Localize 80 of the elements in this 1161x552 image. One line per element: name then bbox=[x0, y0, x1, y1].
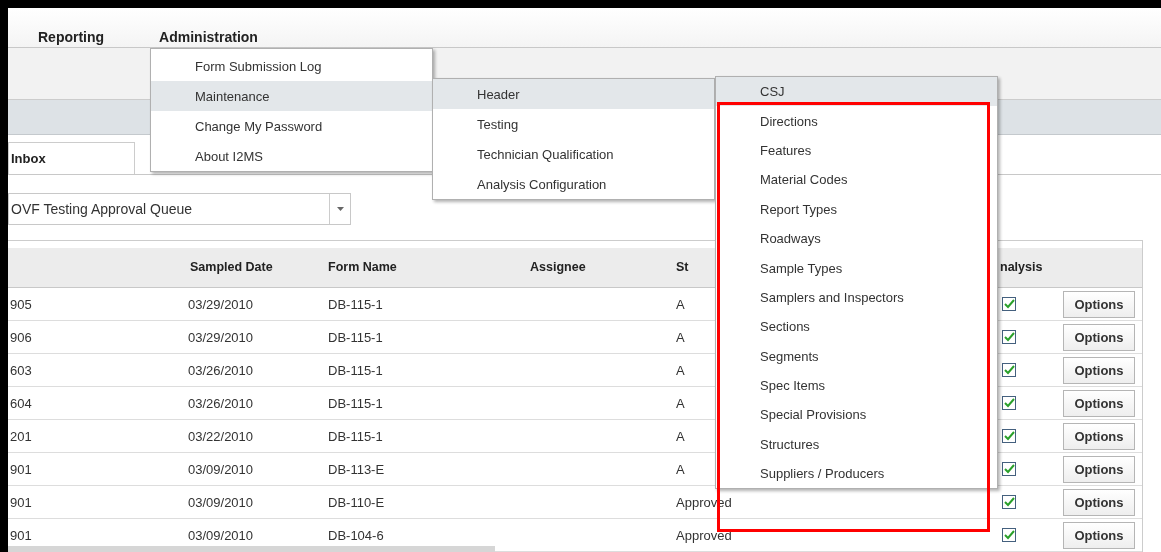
column-header[interactable]: nalysis bbox=[1000, 260, 1043, 275]
table-cell: 905 bbox=[10, 296, 32, 312]
options-button[interactable]: Options bbox=[1063, 389, 1135, 417]
table-cell: 03/09/2010 bbox=[188, 494, 254, 510]
checkbox[interactable] bbox=[1002, 528, 1016, 542]
table-cell: DB-104-6 bbox=[328, 527, 384, 543]
menu-item[interactable]: Features bbox=[716, 135, 997, 166]
table-cell: 03/29/2010 bbox=[188, 329, 254, 345]
table-cell: A bbox=[676, 461, 685, 477]
scrollbar[interactable] bbox=[8, 546, 495, 552]
table-cell: A bbox=[676, 296, 685, 312]
options-button[interactable]: Options bbox=[1063, 422, 1135, 450]
checkbox[interactable] bbox=[1002, 363, 1016, 377]
table-cell: DB-113-E bbox=[328, 461, 385, 477]
table-cell: A bbox=[676, 395, 685, 411]
menu-item[interactable]: Samplers and Inspectors bbox=[716, 282, 997, 313]
checkbox[interactable] bbox=[1002, 396, 1016, 410]
options-button[interactable]: Options bbox=[1063, 290, 1135, 318]
menu-item[interactable]: Sample Types bbox=[716, 253, 997, 283]
menu-item[interactable]: Material Codes bbox=[716, 165, 997, 195]
table-cell: Approved bbox=[676, 527, 732, 543]
table-cell: 03/09/2010 bbox=[188, 461, 254, 477]
options-button[interactable]: Options bbox=[1063, 455, 1135, 483]
column-header[interactable]: Form Name bbox=[328, 260, 397, 275]
table-cell: A bbox=[676, 329, 685, 345]
table-cell: DB-115-1 bbox=[328, 428, 383, 444]
options-button[interactable]: Options bbox=[1063, 356, 1135, 384]
menu-item[interactable]: Special Provisions bbox=[716, 400, 997, 430]
table-cell: 03/26/2010 bbox=[188, 362, 254, 378]
options-button[interactable]: Options bbox=[1063, 323, 1135, 351]
menu-item[interactable]: Analysis Configuration bbox=[433, 169, 714, 199]
table-cell: 901 bbox=[10, 494, 32, 510]
menu-bar-item[interactable]: Administration bbox=[129, 29, 258, 45]
menu-item[interactable]: Sections bbox=[716, 312, 997, 342]
menu-item[interactable]: Segments bbox=[716, 341, 997, 371]
menu-item[interactable]: Maintenance bbox=[151, 81, 432, 111]
checkbox[interactable] bbox=[1002, 330, 1016, 344]
checkbox[interactable] bbox=[1002, 429, 1016, 443]
menu-item[interactable]: Testing bbox=[433, 109, 714, 139]
menu-item[interactable]: Form Submission Log bbox=[151, 51, 432, 81]
menu-item[interactable]: Structures bbox=[716, 429, 997, 460]
table-cell: 03/29/2010 bbox=[188, 296, 254, 312]
table-cell: 604 bbox=[10, 395, 32, 411]
table-cell: DB-115-1 bbox=[328, 395, 383, 411]
table-cell: 901 bbox=[10, 461, 32, 477]
table-cell: A bbox=[676, 428, 685, 444]
menu-item[interactable]: Header bbox=[433, 79, 714, 109]
menu-bar-item[interactable]: Reporting bbox=[8, 29, 105, 45]
table-cell: 906 bbox=[10, 329, 32, 345]
table-cell: 201 bbox=[10, 428, 32, 444]
table-cell: 03/09/2010 bbox=[188, 527, 254, 543]
checkbox[interactable] bbox=[1002, 297, 1016, 311]
table-cell: DB-115-1 bbox=[328, 329, 383, 345]
table-cell: 603 bbox=[10, 362, 32, 378]
column-header[interactable]: St bbox=[676, 260, 689, 275]
queue-select[interactable]: OVF Testing Approval Queue bbox=[8, 193, 351, 225]
caret-icon bbox=[336, 207, 344, 211]
table-cell: 03/22/2010 bbox=[188, 428, 254, 444]
menu-item[interactable]: Roadways bbox=[716, 223, 997, 254]
checkbox[interactable] bbox=[1002, 495, 1016, 509]
options-button[interactable]: Options bbox=[1063, 521, 1135, 549]
table-cell: DB-115-1 bbox=[328, 296, 383, 312]
table-cell: 03/26/2010 bbox=[188, 395, 254, 411]
column-header[interactable]: Sampled Date bbox=[190, 260, 273, 275]
menu-item[interactable]: Technician Qualification bbox=[433, 139, 714, 169]
checkbox[interactable] bbox=[1002, 462, 1016, 476]
column-header[interactable]: Assignee bbox=[530, 260, 586, 275]
menu-item[interactable]: CSJ bbox=[716, 77, 997, 107]
table-cell: A bbox=[676, 362, 685, 378]
table-cell: DB-115-1 bbox=[328, 362, 383, 378]
options-button[interactable]: Options bbox=[1063, 488, 1135, 516]
menu-item[interactable]: About I2MS bbox=[151, 141, 432, 171]
menu-item[interactable]: Change My Password bbox=[151, 111, 432, 141]
table-cell: DB-110-E bbox=[328, 494, 385, 510]
menu-item[interactable]: Suppliers / Producers bbox=[716, 459, 997, 489]
menu-item[interactable]: Spec Items bbox=[716, 370, 997, 401]
tab[interactable]: Inbox bbox=[8, 142, 135, 174]
table-cell: 901 bbox=[10, 527, 32, 543]
menu-item[interactable]: Directions bbox=[716, 106, 997, 136]
menu-item[interactable]: Report Types bbox=[716, 194, 997, 224]
